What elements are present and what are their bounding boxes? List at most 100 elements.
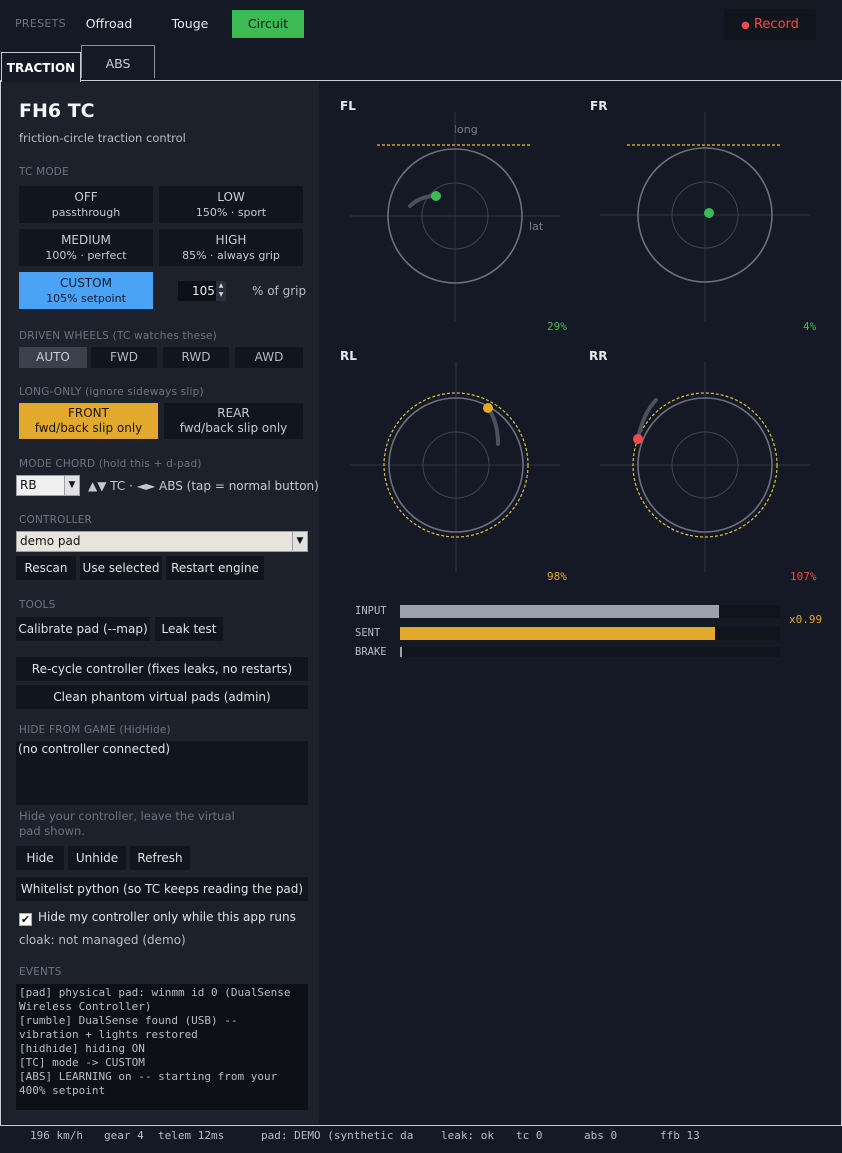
custom-grip-stepper[interactable]: 105 ▲ ▼ (178, 281, 226, 301)
tc-mode-name: LOW (217, 190, 245, 204)
wheel-fr-percent: 4% (803, 320, 817, 333)
tc-mode-name: OFF (74, 190, 98, 204)
controller-label: CONTROLLER (19, 514, 93, 526)
tc-mode-name: CUSTOM (60, 276, 112, 290)
long-only-rear-button[interactable]: REAR fwd/back slip only (164, 403, 303, 439)
tab-abs[interactable]: ABS (81, 45, 155, 78)
checkbox-checked-icon[interactable]: ✔ (19, 913, 32, 926)
use-selected-button[interactable]: Use selected (80, 556, 162, 580)
preset-touge-button[interactable]: Touge (158, 10, 222, 38)
sent-bar-fill (400, 627, 715, 640)
hide-while-running-label: Hide my controller only while this app r… (38, 910, 296, 924)
cloak-status: cloak: not managed (demo) (19, 933, 186, 947)
sent-bar (400, 627, 780, 640)
chord-hint: ▲▼ TC · ◄► ABS (tap = normal button) (88, 479, 319, 493)
status-leak: leak: ok (441, 1129, 494, 1142)
chevron-down-icon[interactable]: ▼ (64, 476, 79, 495)
tc-mode-medium-button[interactable]: MEDIUM 100% · perfect (19, 229, 153, 266)
chord-button-select[interactable]: RB ▼ (16, 475, 80, 496)
tc-mode-low-button[interactable]: LOW 150% · sport (159, 186, 303, 223)
hide-while-running-option[interactable]: ✔ Hide my controller only while this app … (19, 910, 296, 926)
traction-settings-panel: FH6 TC friction-circle traction control … (2, 82, 319, 1124)
chord-selected-value: RB (20, 478, 37, 492)
long-only-label: LONG-ONLY (ignore sideways slip) (19, 386, 204, 398)
input-bar-fill (400, 605, 719, 618)
record-button[interactable]: ● Record (724, 9, 816, 40)
status-tc: tc 0 (516, 1129, 543, 1142)
status-pad: pad: DEMO (synthetic da (261, 1129, 414, 1142)
record-dot-icon: ● (741, 20, 750, 31)
driven-auto-button[interactable]: AUTO (19, 347, 87, 368)
friction-circle-rr (600, 362, 810, 572)
hidhide-device-list[interactable]: (no controller connected) (16, 741, 308, 805)
tc-mode-desc: 100% · perfect (45, 249, 127, 262)
input-bar-label: INPUT (355, 605, 387, 617)
refresh-button[interactable]: Refresh (130, 846, 190, 870)
top-bar: PRESETS Offroad Touge Circuit ● Record (0, 0, 842, 46)
restart-engine-button[interactable]: Restart engine (166, 556, 264, 580)
page-subtitle: friction-circle traction control (19, 131, 186, 145)
tc-mode-high-button[interactable]: HIGH 85% · always grip (159, 229, 303, 266)
unhide-button[interactable]: Unhide (68, 846, 126, 870)
preset-offroad-button[interactable]: Offroad (78, 10, 140, 38)
brake-bar-fill (400, 647, 402, 657)
status-ffb: ffb 13 (660, 1129, 700, 1142)
mode-chord-label: MODE CHORD (hold this + d-pad) (19, 458, 202, 470)
chevron-down-icon[interactable]: ▼ (292, 532, 307, 551)
brake-bar (400, 647, 780, 657)
tc-mode-custom-button[interactable]: CUSTOM 105% setpoint (19, 272, 153, 309)
multiplier-readout: x0.99 (789, 613, 823, 626)
hide-hint: Hide your controller, leave the virtual … (19, 809, 235, 838)
sent-bar-label: SENT (355, 627, 381, 639)
wheel-fl-percent: 29% (547, 320, 567, 333)
wheel-rl-percent: 98% (547, 570, 567, 583)
events-label: EVENTS (19, 966, 62, 978)
status-speed: 196 km/h (30, 1129, 83, 1142)
status-gear: gear 4 (104, 1129, 144, 1142)
long-only-desc: fwd/back slip only (179, 421, 288, 435)
long-only-name: FRONT (68, 406, 109, 420)
tc-mode-desc: 85% · always grip (182, 249, 280, 262)
status-abs: abs 0 (584, 1129, 618, 1142)
calibrate-pad-button[interactable]: Calibrate pad (--map) (16, 617, 150, 641)
grip-unit-label: % of grip (252, 284, 307, 298)
clean-phantom-pads-button[interactable]: Clean phantom virtual pads (admin) (16, 685, 308, 709)
brake-bar-label: BRAKE (355, 646, 387, 658)
long-only-desc: fwd/back slip only (34, 421, 143, 435)
long-only-front-button[interactable]: FRONT fwd/back slip only (19, 403, 158, 439)
stepper-arrows-icon[interactable]: ▲ ▼ (216, 281, 226, 301)
wheel-rr-percent: 107% (790, 570, 817, 583)
hide-from-game-label: HIDE FROM GAME (HidHide) (19, 724, 171, 736)
tab-traction[interactable]: TRACTION (1, 52, 81, 82)
driven-rwd-button[interactable]: RWD (163, 347, 229, 368)
record-label: Record (753, 17, 799, 32)
tc-mode-name: MEDIUM (61, 233, 111, 247)
friction-circle-fr (600, 112, 810, 322)
tc-mode-desc: passthrough (51, 206, 121, 219)
whitelist-python-button[interactable]: Whitelist python (so TC keeps reading th… (16, 877, 308, 901)
tools-label: TOOLS (19, 599, 56, 611)
driven-awd-button[interactable]: AWD (235, 347, 303, 368)
tc-mode-off-button[interactable]: OFF passthrough (19, 186, 153, 223)
custom-grip-value: 105 (192, 284, 215, 298)
tc-mode-desc: 105% setpoint (46, 292, 126, 305)
friction-circle-rl (350, 362, 560, 572)
page-title: FH6 TC (19, 100, 95, 122)
long-only-name: REAR (217, 406, 250, 420)
input-bar (400, 605, 780, 618)
recycle-controller-button[interactable]: Re-cycle controller (fixes leaks, no res… (16, 657, 308, 681)
hide-button[interactable]: Hide (16, 846, 64, 870)
driven-wheels-label: DRIVEN WHEELS (TC watches these) (19, 330, 217, 342)
driven-fwd-button[interactable]: FWD (91, 347, 157, 368)
leak-test-button[interactable]: Leak test (155, 617, 223, 641)
status-telem: telem 12ms (158, 1129, 225, 1142)
events-log[interactable]: [pad] physical pad: winmm id 0 (DualSens… (16, 984, 308, 1110)
tc-mode-label: TC MODE (19, 166, 69, 178)
rescan-button[interactable]: Rescan (16, 556, 76, 580)
friction-circles-display (350, 112, 810, 572)
presets-label: PRESETS (15, 17, 66, 30)
controller-select[interactable]: demo pad ▼ (16, 531, 308, 552)
friction-circle-fl (350, 112, 560, 322)
preset-circuit-button[interactable]: Circuit (232, 10, 304, 38)
status-bar: 196 km/h gear 4 telem 12ms pad: DEMO (sy… (0, 1127, 842, 1153)
